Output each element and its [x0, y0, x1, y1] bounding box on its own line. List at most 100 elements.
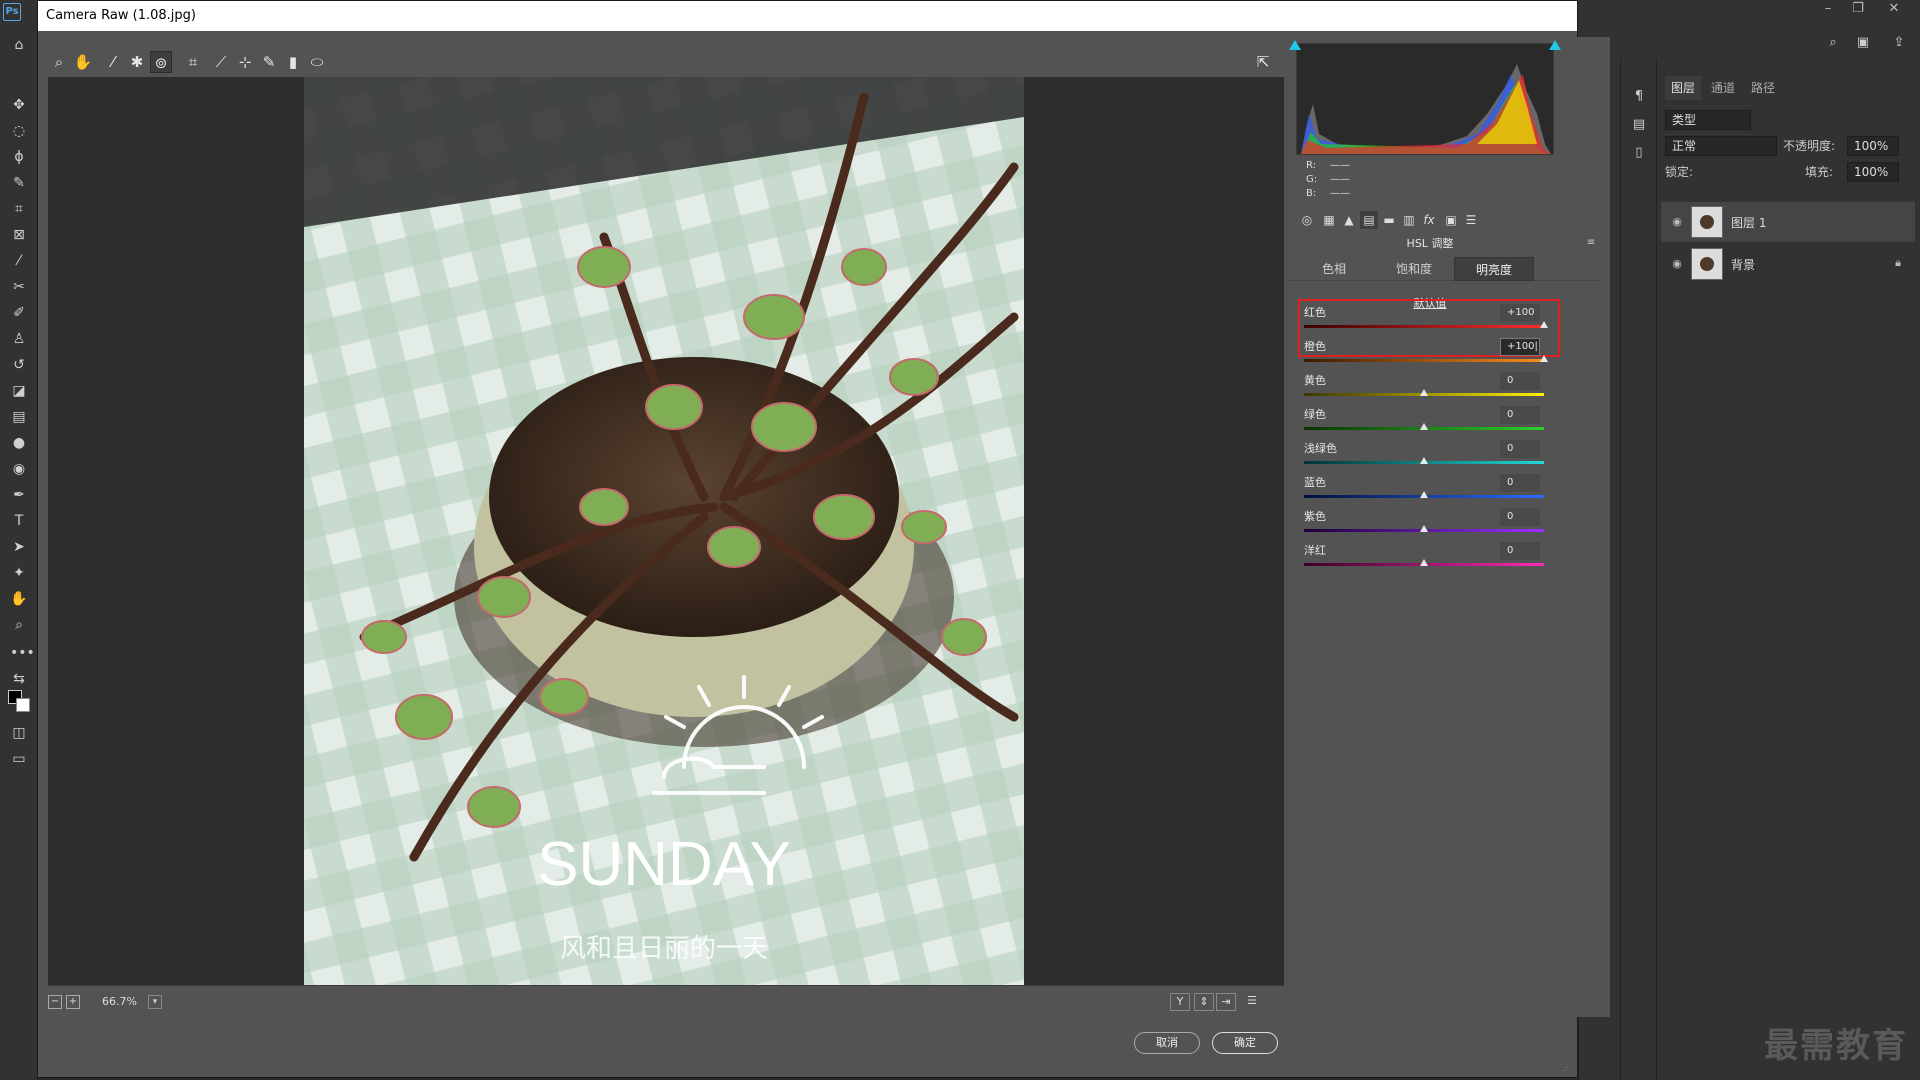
- crop-tool-icon[interactable]: ⌗: [10, 200, 28, 218]
- slider-value-input[interactable]: 0: [1500, 474, 1540, 492]
- hand-tool-icon[interactable]: ✋: [10, 590, 28, 608]
- slider-value-input[interactable]: 0: [1500, 542, 1540, 560]
- slider-thumb[interactable]: [1420, 423, 1428, 430]
- tab-hue[interactable]: 色相: [1294, 257, 1374, 281]
- healing-tool-icon[interactable]: ✂: [10, 278, 28, 296]
- slider-thumb[interactable]: [1420, 491, 1428, 498]
- restore-icon[interactable]: ❐: [1844, 0, 1872, 18]
- slider-track[interactable]: [1304, 325, 1544, 328]
- before-after-icon[interactable]: Y: [1170, 993, 1190, 1011]
- photo-preview[interactable]: SUNDAY 风和且日丽的一天: [304, 77, 1024, 985]
- highlight-clipping-icon[interactable]: [1549, 38, 1561, 50]
- zoom-tool-icon[interactable]: ⌕: [10, 616, 28, 634]
- eyedropper-tool-icon[interactable]: ⁄: [10, 252, 28, 270]
- split-toning-icon[interactable]: ▬: [1380, 211, 1398, 229]
- panel-menu-icon[interactable]: ≡: [1584, 237, 1598, 251]
- gradient-tool-icon[interactable]: ▤: [10, 408, 28, 426]
- more-tools-icon[interactable]: •••: [10, 644, 35, 662]
- copy-settings-icon[interactable]: ⇥: [1216, 993, 1236, 1011]
- blur-tool-icon[interactable]: ●: [10, 434, 28, 452]
- frame-tool-icon[interactable]: ⊠: [10, 226, 28, 244]
- presets-icon[interactable]: ☰: [1462, 211, 1480, 229]
- screen-mode-icon[interactable]: ▭: [10, 750, 28, 768]
- glyphs-icon[interactable]: ▤: [1630, 116, 1648, 134]
- ok-button[interactable]: 确定: [1212, 1032, 1278, 1054]
- tab-layers[interactable]: 图层: [1665, 76, 1702, 100]
- zoom-out-icon[interactable]: −: [48, 995, 62, 1009]
- tab-luminance[interactable]: 明亮度: [1454, 257, 1534, 281]
- dodge-tool-icon[interactable]: ◉: [10, 460, 28, 478]
- lens-corrections-icon[interactable]: ▥: [1400, 211, 1418, 229]
- straighten-icon[interactable]: ⟋: [210, 51, 232, 73]
- slider-track[interactable]: [1304, 359, 1544, 362]
- camera-calibration-icon[interactable]: ▣: [1442, 211, 1460, 229]
- resize-grip-icon[interactable]: ⋰: [1562, 1063, 1571, 1073]
- paragraph-icon[interactable]: ¶: [1630, 88, 1648, 106]
- shape-tool-icon[interactable]: ✦: [10, 564, 28, 582]
- lasso-tool-icon[interactable]: ϕ: [10, 148, 28, 166]
- hsl-panel-icon[interactable]: ▤: [1360, 211, 1378, 229]
- share-icon[interactable]: ⇪: [1890, 34, 1908, 52]
- move-tool-icon[interactable]: ✥: [10, 96, 28, 114]
- pen-tool-icon[interactable]: ✒: [10, 486, 28, 504]
- brush-tool-icon[interactable]: ✐: [10, 304, 28, 322]
- home-icon[interactable]: ⌂: [10, 36, 28, 54]
- slider-value-input[interactable]: 0: [1500, 508, 1540, 526]
- zoom-in-icon[interactable]: +: [66, 995, 80, 1009]
- history-brush-icon[interactable]: ↺: [10, 356, 28, 374]
- opacity-input[interactable]: 100%: [1847, 136, 1899, 156]
- hand-icon[interactable]: ✋: [72, 51, 94, 73]
- close-icon[interactable]: ✕: [1880, 0, 1908, 18]
- effects-panel-icon[interactable]: fx: [1420, 211, 1438, 229]
- basic-panel-icon[interactable]: ◎: [1298, 211, 1316, 229]
- targeted-adjustment-icon[interactable]: ⊚: [150, 51, 172, 73]
- crop-icon[interactable]: ⌗: [182, 51, 204, 73]
- notes-icon[interactable]: ▯: [1630, 144, 1648, 162]
- zoom-dropdown-icon[interactable]: ▾: [148, 995, 162, 1009]
- red-eye-icon[interactable]: ✎: [258, 51, 280, 73]
- tab-channels[interactable]: 通道: [1705, 76, 1741, 100]
- layer-row-background[interactable]: ◉ 背景 🔒︎: [1661, 244, 1915, 284]
- swap-colors-icon[interactable]: ⇆: [10, 670, 28, 688]
- slider-value-input[interactable]: 0: [1500, 406, 1540, 424]
- layer-row-1[interactable]: ◉ 图层 1: [1661, 202, 1915, 242]
- slider-value-input[interactable]: +100: [1500, 304, 1540, 322]
- slider-thumb[interactable]: [1540, 321, 1548, 328]
- tab-saturation[interactable]: 饱和度: [1374, 257, 1454, 281]
- slider-thumb[interactable]: [1420, 525, 1428, 532]
- slider-value-input[interactable]: 0: [1500, 372, 1540, 390]
- fill-input[interactable]: 100%: [1847, 162, 1899, 182]
- slider-value-input[interactable]: +100|: [1500, 338, 1540, 356]
- type-tool-icon[interactable]: T: [10, 512, 28, 530]
- visibility-eye-icon[interactable]: ◉: [1669, 214, 1685, 230]
- tab-paths[interactable]: 路径: [1745, 76, 1781, 100]
- zoom-icon[interactable]: ⌕: [48, 51, 70, 73]
- shadow-clipping-icon[interactable]: [1289, 38, 1301, 50]
- stamp-tool-icon[interactable]: ♙: [10, 330, 28, 348]
- blend-mode-select[interactable]: 正常: [1665, 136, 1777, 156]
- background-color-swatch[interactable]: [16, 698, 30, 712]
- visibility-eye-icon[interactable]: ◉: [1669, 256, 1685, 272]
- detail-panel-icon[interactable]: ▲: [1340, 211, 1358, 229]
- marquee-tool-icon[interactable]: ◌: [10, 122, 28, 140]
- adjustment-brush-icon[interactable]: ▮: [282, 51, 304, 73]
- quick-select-icon[interactable]: ✎: [10, 174, 28, 192]
- radial-filter-icon[interactable]: ⬭: [306, 51, 328, 73]
- workspace-icon[interactable]: ▣: [1854, 34, 1872, 52]
- search-icon[interactable]: ⌕: [1824, 34, 1842, 52]
- slider-thumb[interactable]: [1540, 355, 1548, 362]
- white-balance-icon[interactable]: ⁄: [102, 51, 124, 73]
- minimize-icon[interactable]: –: [1814, 0, 1842, 18]
- swap-before-after-icon[interactable]: ⇕: [1194, 993, 1214, 1011]
- cancel-button[interactable]: 取消: [1134, 1032, 1200, 1054]
- slider-value-input[interactable]: 0: [1500, 440, 1540, 458]
- layer-filter-select[interactable]: 类型: [1665, 110, 1751, 130]
- path-select-icon[interactable]: ➤: [10, 538, 28, 556]
- spot-removal-icon[interactable]: ⊹: [234, 51, 256, 73]
- slider-thumb[interactable]: [1420, 559, 1428, 566]
- tone-curve-icon[interactable]: ▦: [1320, 211, 1338, 229]
- quick-mask-icon[interactable]: ◫: [10, 724, 28, 742]
- toggle-settings-icon[interactable]: ☰: [1242, 993, 1262, 1011]
- slider-thumb[interactable]: [1420, 389, 1428, 396]
- color-sampler-icon[interactable]: ✱: [126, 51, 148, 73]
